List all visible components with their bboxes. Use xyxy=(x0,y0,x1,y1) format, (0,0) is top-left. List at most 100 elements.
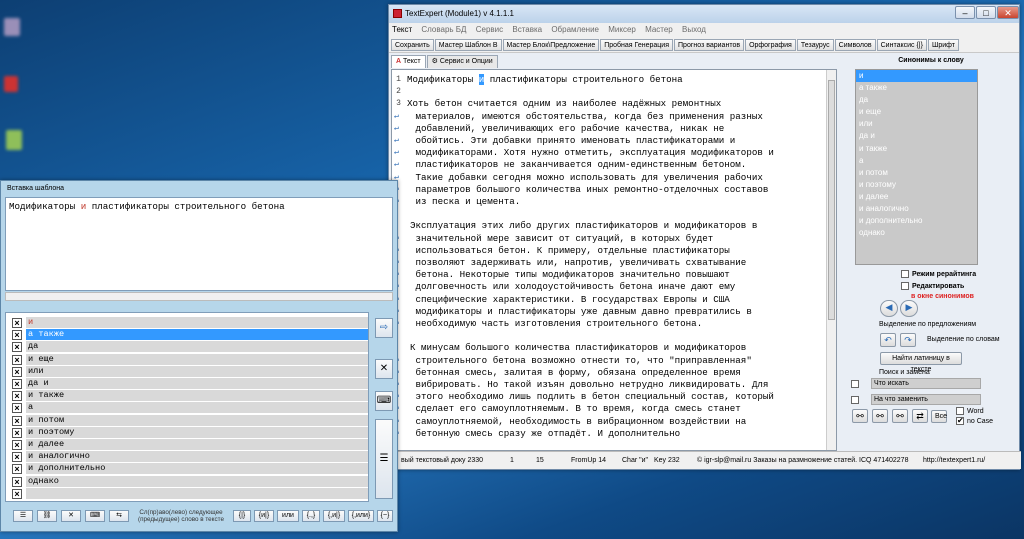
menu-item-service[interactable]: Сервис xyxy=(476,25,503,34)
text-editor[interactable]: 1 Модификаторы и пластификаторы строитель… xyxy=(391,69,837,451)
clear-icon[interactable]: ✕ xyxy=(61,510,81,522)
template-list-row[interactable]: × и потом xyxy=(6,414,368,427)
menu-item-exit[interactable]: Выход xyxy=(682,25,706,34)
template-list-row[interactable]: × и поэтому xyxy=(6,426,368,439)
syntax-btn-1[interactable]: {|} xyxy=(233,510,251,522)
editor-scrollbar[interactable] xyxy=(826,70,836,450)
template-list-value[interactable]: и xyxy=(26,317,368,328)
template-list-value[interactable]: и потом xyxy=(26,414,368,426)
synonym-item[interactable]: а также xyxy=(856,82,977,94)
template-list-row[interactable]: × да xyxy=(6,341,368,353)
find-prev-icon[interactable]: ⚯ xyxy=(892,409,908,423)
synonym-item[interactable]: да xyxy=(856,94,977,106)
template-text-area[interactable]: Модификаторы и пластификаторы строительн… xyxy=(5,197,393,291)
find-latin-button[interactable]: Найти латиницу в тексте xyxy=(880,352,962,373)
syntax-btn-5[interactable]: {,и|} xyxy=(323,510,345,522)
template-list-value[interactable]: и также xyxy=(26,390,368,402)
template-list-row[interactable]: × и xyxy=(6,317,368,329)
spelling-button[interactable]: Орфография xyxy=(745,39,796,51)
menu-item-text[interactable]: Текст xyxy=(392,25,412,34)
template-list-row[interactable]: × и далее xyxy=(6,439,368,451)
edit-checkbox[interactable]: Редактировать xyxy=(901,282,964,290)
redo-icon[interactable]: ↷ xyxy=(900,333,916,347)
synonym-item[interactable]: однако xyxy=(856,227,977,239)
keyboard-button[interactable]: ⌨ xyxy=(375,391,393,411)
template-word-list[interactable]: × и × а также × да × и еще × или × да и × и также × а × и… xyxy=(5,312,369,502)
template-list-row[interactable]: × и еще xyxy=(6,353,368,366)
template-list-row[interactable]: × и также xyxy=(6,390,368,402)
synonym-item[interactable]: и дополнительно xyxy=(856,215,977,227)
synonym-item[interactable]: а xyxy=(856,155,977,167)
template-list-value[interactable]: однако xyxy=(26,475,368,487)
synonym-item[interactable]: и аналогично xyxy=(856,203,977,215)
template-list-row[interactable]: × а также xyxy=(6,329,368,341)
swap-icon[interactable]: ⇆ xyxy=(109,510,129,522)
find-checkbox[interactable] xyxy=(851,380,859,388)
word-checkbox[interactable]: Word xyxy=(956,407,984,415)
template-list-value[interactable]: а также xyxy=(26,329,368,341)
synonym-item[interactable]: или xyxy=(856,118,977,130)
syntax-btn-6[interactable]: {,или} xyxy=(348,510,374,522)
menu-item-framing[interactable]: Обрамление xyxy=(551,25,599,34)
remove-icon[interactable]: × xyxy=(12,342,22,353)
menu-item-master[interactable]: Мастер xyxy=(645,25,673,34)
template-list-value[interactable]: и поэтому xyxy=(26,426,368,438)
chars-count-button[interactable]: Символов xyxy=(834,39,876,51)
template-list-value[interactable]: и далее xyxy=(26,439,368,450)
template-list-value[interactable]: а xyxy=(26,402,368,414)
template-list-value[interactable]: или xyxy=(26,365,368,377)
synonym-item[interactable]: и xyxy=(856,70,977,83)
remove-icon[interactable]: × xyxy=(12,427,22,438)
keyboard-icon[interactable]: ⌨ xyxy=(85,510,105,522)
binoculars-icon[interactable]: ⚯ xyxy=(852,409,868,423)
remove-icon[interactable]: × xyxy=(12,318,22,328)
block-master-button[interactable]: Мастер Блок\Предложение xyxy=(502,39,600,51)
syntax-btn-3[interactable]: или xyxy=(277,510,299,522)
find-next-icon[interactable]: ⚯ xyxy=(872,409,888,423)
template-list-row[interactable]: × xyxy=(6,487,368,500)
remove-icon[interactable]: × xyxy=(12,391,22,402)
template-list-value[interactable]: да и xyxy=(26,378,368,389)
prev-sentence-button[interactable]: ◀ xyxy=(880,300,898,317)
replace-checkbox[interactable] xyxy=(851,396,859,404)
template-master-button[interactable]: Мастер Шаблон B xyxy=(434,39,502,51)
synonym-item[interactable]: и также xyxy=(856,143,977,155)
template-list-row[interactable]: × и аналогично xyxy=(6,451,368,463)
remove-icon[interactable]: × xyxy=(12,464,22,475)
status-url[interactable]: http://textexpert1.ru/ xyxy=(923,457,985,464)
list-button[interactable]: ☰ xyxy=(375,419,393,499)
template-list-value[interactable]: и дополнительно xyxy=(26,463,368,475)
syntax-btn-4[interactable]: {.,} xyxy=(302,510,320,522)
synonym-item[interactable]: и далее xyxy=(856,191,977,203)
syntax-btn-7[interactable]: {~} xyxy=(377,510,393,522)
remove-icon[interactable]: × xyxy=(12,440,22,450)
delete-button[interactable]: ✕ xyxy=(375,359,393,379)
template-list-value[interactable]: и аналогично xyxy=(26,451,368,463)
undo-icon[interactable]: ↶ xyxy=(880,333,896,347)
save-button[interactable]: Сохранить xyxy=(391,39,434,51)
rewrite-mode-checkbox[interactable]: Режим рерайтинга xyxy=(901,270,976,278)
no-case-checkbox[interactable]: ✔ no Case xyxy=(956,417,993,425)
template-list-value[interactable] xyxy=(26,487,368,499)
template-list-value[interactable]: да xyxy=(26,341,368,353)
template-hscroll[interactable] xyxy=(5,292,393,301)
remove-icon[interactable]: × xyxy=(12,415,22,426)
remove-icon[interactable]: × xyxy=(12,330,22,341)
next-sentence-button[interactable]: ▶ xyxy=(900,300,918,317)
template-list-row[interactable]: × а xyxy=(6,402,368,414)
trial-generation-button[interactable]: Пробная Генерация xyxy=(600,39,674,51)
template-list-row[interactable]: × да и xyxy=(6,378,368,390)
tab-text[interactable]: A Текст xyxy=(391,55,426,68)
remove-icon[interactable]: × xyxy=(12,488,22,499)
replace-all-button[interactable]: Все xyxy=(931,410,947,423)
template-list-value[interactable]: и еще xyxy=(26,353,368,365)
template-list-row[interactable]: × и дополнительно xyxy=(6,463,368,475)
remove-icon[interactable]: × xyxy=(12,476,22,487)
syntax-button[interactable]: Синтаксис {|} xyxy=(876,39,927,51)
insert-arrow-button[interactable]: ⇨ xyxy=(375,318,393,338)
synonym-item[interactable]: да и xyxy=(856,130,977,142)
maximize-button[interactable]: □ xyxy=(976,6,996,19)
tab-service-options[interactable]: ⚙ Сервис и Опции xyxy=(426,55,498,68)
replace-icon[interactable]: ⇄ xyxy=(912,409,928,423)
synonym-item[interactable]: и поэтому xyxy=(856,179,977,191)
